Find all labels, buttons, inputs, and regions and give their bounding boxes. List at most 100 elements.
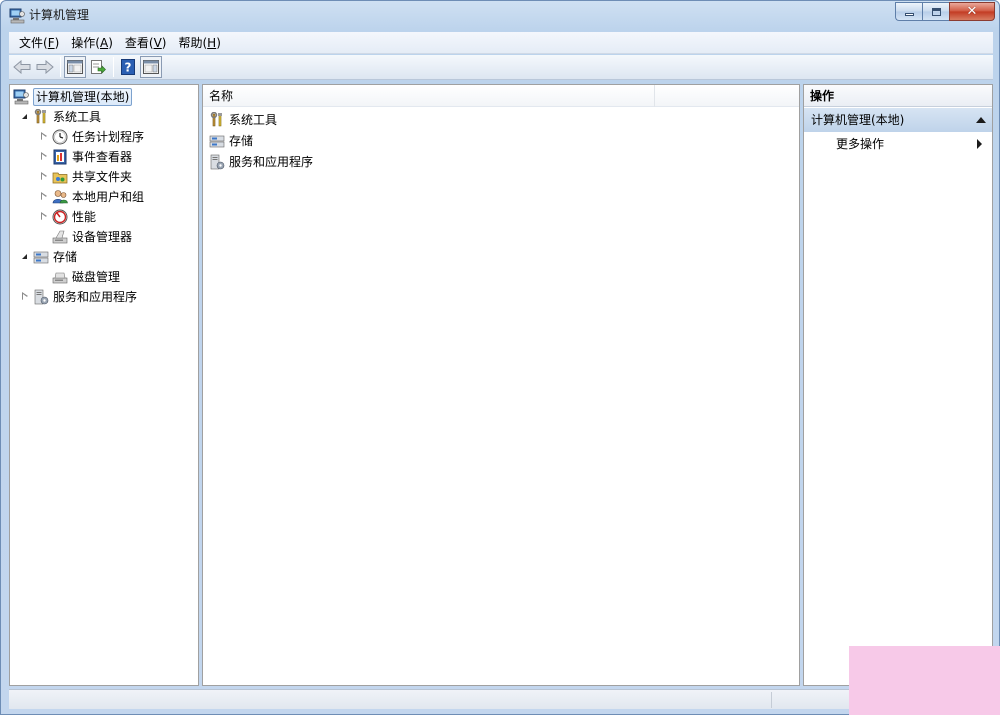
- menu-view-accelerator: V: [153, 35, 162, 50]
- tree-item-disk-management[interactable]: 磁盘管理: [52, 267, 120, 286]
- system-tools-icon: [210, 112, 222, 127]
- menu-file-accelerator: F: [47, 35, 55, 50]
- device-manager-icon: [52, 230, 68, 243]
- tree-item-storage[interactable]: 存储: [19, 247, 77, 266]
- menu-help[interactable]: 帮助(H): [172, 33, 226, 53]
- show-hide-console-tree-button[interactable]: [64, 56, 86, 78]
- menu-view[interactable]: 查看(V): [119, 33, 173, 53]
- tree-item-label: 服务和应用程序: [53, 289, 138, 304]
- collapsed-triangle-icon[interactable]: [38, 191, 49, 202]
- forward-arrow-icon: [36, 60, 54, 74]
- main-window: 计算机管理 ✕ 文件(F) 操作(A) 查看(V) 帮助(H) ? 计算机管理(…: [0, 0, 1000, 715]
- menu-file-suffix: ): [54, 35, 60, 50]
- back-arrow-icon: [13, 60, 31, 74]
- list-item-system-tools[interactable]: 系统工具: [209, 110, 277, 130]
- title-bar[interactable]: 计算机管理 ✕: [1, 1, 999, 31]
- action-pane: 操作 计算机管理(本地) 更多操作: [803, 84, 993, 686]
- menu-view-label: 查看(: [124, 35, 154, 50]
- tree-item-label: 任务计划程序: [72, 129, 145, 144]
- collapsed-triangle-icon[interactable]: [19, 291, 30, 302]
- tree-item-local-users-groups[interactable]: 本地用户和组: [38, 187, 144, 206]
- menu-action[interactable]: 操作(A): [65, 33, 119, 53]
- collapsed-triangle-icon[interactable]: [38, 151, 49, 162]
- computer-management-icon: [9, 8, 25, 24]
- window-controls: ✕: [895, 2, 995, 21]
- tree-item-services-applications[interactable]: 服务和应用程序: [19, 287, 137, 306]
- tree-item-label: 存储: [53, 249, 78, 264]
- minimize-icon: [904, 13, 914, 16]
- performance-icon: [52, 209, 68, 224]
- disk-management-icon: [52, 272, 68, 283]
- status-bar: [9, 689, 993, 709]
- storage-icon: [33, 251, 49, 263]
- menu-help-accelerator: H: [207, 35, 217, 50]
- close-button[interactable]: ✕: [949, 2, 995, 21]
- forward-button[interactable]: [34, 56, 56, 78]
- collapsed-triangle-icon[interactable]: [38, 131, 49, 142]
- collapsed-triangle-icon[interactable]: [38, 171, 49, 182]
- menu-action-label: 操作(: [71, 35, 100, 50]
- submenu-arrow-icon: [977, 139, 982, 149]
- menu-file[interactable]: 文件(F): [13, 33, 65, 53]
- back-button[interactable]: [11, 56, 33, 78]
- list-item-services-applications[interactable]: 服务和应用程序: [209, 152, 313, 172]
- menu-view-suffix: ): [161, 35, 167, 50]
- tree-item-label: 事件查看器: [72, 149, 133, 164]
- tree-item-label: 性能: [72, 209, 97, 224]
- menu-action-suffix: ): [108, 35, 113, 50]
- export-list-icon: [91, 60, 106, 74]
- action-pane-header: 操作: [804, 85, 992, 107]
- tree-item-label: 设备管理器: [72, 229, 133, 244]
- tree-item-device-manager[interactable]: 设备管理器: [52, 227, 132, 246]
- list-item-label: 存储: [229, 134, 254, 148]
- tree-item-shared-folders[interactable]: 共享文件夹: [38, 167, 132, 186]
- expanded-triangle-icon[interactable]: [19, 111, 30, 122]
- menu-action-accelerator: A: [99, 35, 109, 50]
- result-list-pane[interactable]: 名称 系统工具 存储 服务和应用程序: [202, 84, 800, 686]
- export-list-button[interactable]: [87, 56, 109, 78]
- help-button[interactable]: ?: [117, 56, 139, 78]
- maximize-button[interactable]: [922, 2, 949, 21]
- show-hide-action-pane-button[interactable]: [140, 56, 162, 78]
- tree-item-label: 共享文件夹: [72, 169, 133, 184]
- console-tree-pane[interactable]: 计算机管理(本地) 系统工具 任务计划程序 事件查看器 共享文件夹 本地用户和组…: [9, 84, 199, 686]
- toolbar: ?: [9, 55, 993, 80]
- console-tree-icon: [67, 60, 83, 74]
- column-header-name-label: 名称: [209, 89, 234, 103]
- action-group-computer-management[interactable]: 计算机管理(本地): [804, 108, 992, 132]
- tree-item-system-tools[interactable]: 系统工具: [19, 107, 101, 126]
- tree-item-label: 本地用户和组: [72, 189, 145, 204]
- column-header-empty[interactable]: [656, 85, 799, 107]
- list-item-label: 系统工具: [229, 113, 278, 127]
- window-title: 计算机管理: [29, 8, 90, 22]
- tree-item-label: 磁盘管理: [72, 269, 121, 284]
- help-icon: ?: [121, 59, 135, 75]
- action-group-label: 计算机管理(本地): [811, 113, 905, 127]
- list-item-label: 服务和应用程序: [229, 155, 314, 169]
- column-header-name[interactable]: 名称: [203, 85, 655, 107]
- toolbar-separator: [113, 57, 114, 77]
- collapse-up-icon[interactable]: [976, 117, 986, 123]
- corner-overlay: [849, 646, 1000, 715]
- system-tools-icon: [34, 108, 46, 123]
- action-pane-icon: [143, 60, 159, 74]
- event-viewer-icon: [53, 149, 67, 164]
- list-header: 名称: [203, 85, 799, 107]
- collapsed-triangle-icon[interactable]: [38, 211, 49, 222]
- shared-folders-icon: [52, 172, 68, 183]
- menu-bar: 文件(F) 操作(A) 查看(V) 帮助(H): [9, 32, 993, 54]
- expanded-triangle-icon[interactable]: [19, 251, 30, 262]
- menu-help-label: 帮助(: [178, 35, 208, 50]
- list-item-storage[interactable]: 存储: [209, 131, 253, 151]
- action-more-actions[interactable]: 更多操作: [804, 134, 992, 154]
- tree-item-label: 计算机管理(本地): [33, 87, 133, 106]
- minimize-button[interactable]: [895, 2, 922, 21]
- tree-item-task-scheduler[interactable]: 任务计划程序: [38, 127, 144, 146]
- tree-item-event-viewer[interactable]: 事件查看器: [38, 147, 132, 166]
- tree-item-computer-management[interactable]: 计算机管理(本地): [13, 87, 133, 106]
- storage-icon: [209, 135, 225, 148]
- tree-item-label: 系统工具: [53, 109, 102, 124]
- action-item-label: 更多操作: [836, 137, 885, 151]
- status-bar-separator: [771, 692, 772, 708]
- tree-item-performance[interactable]: 性能: [38, 207, 96, 226]
